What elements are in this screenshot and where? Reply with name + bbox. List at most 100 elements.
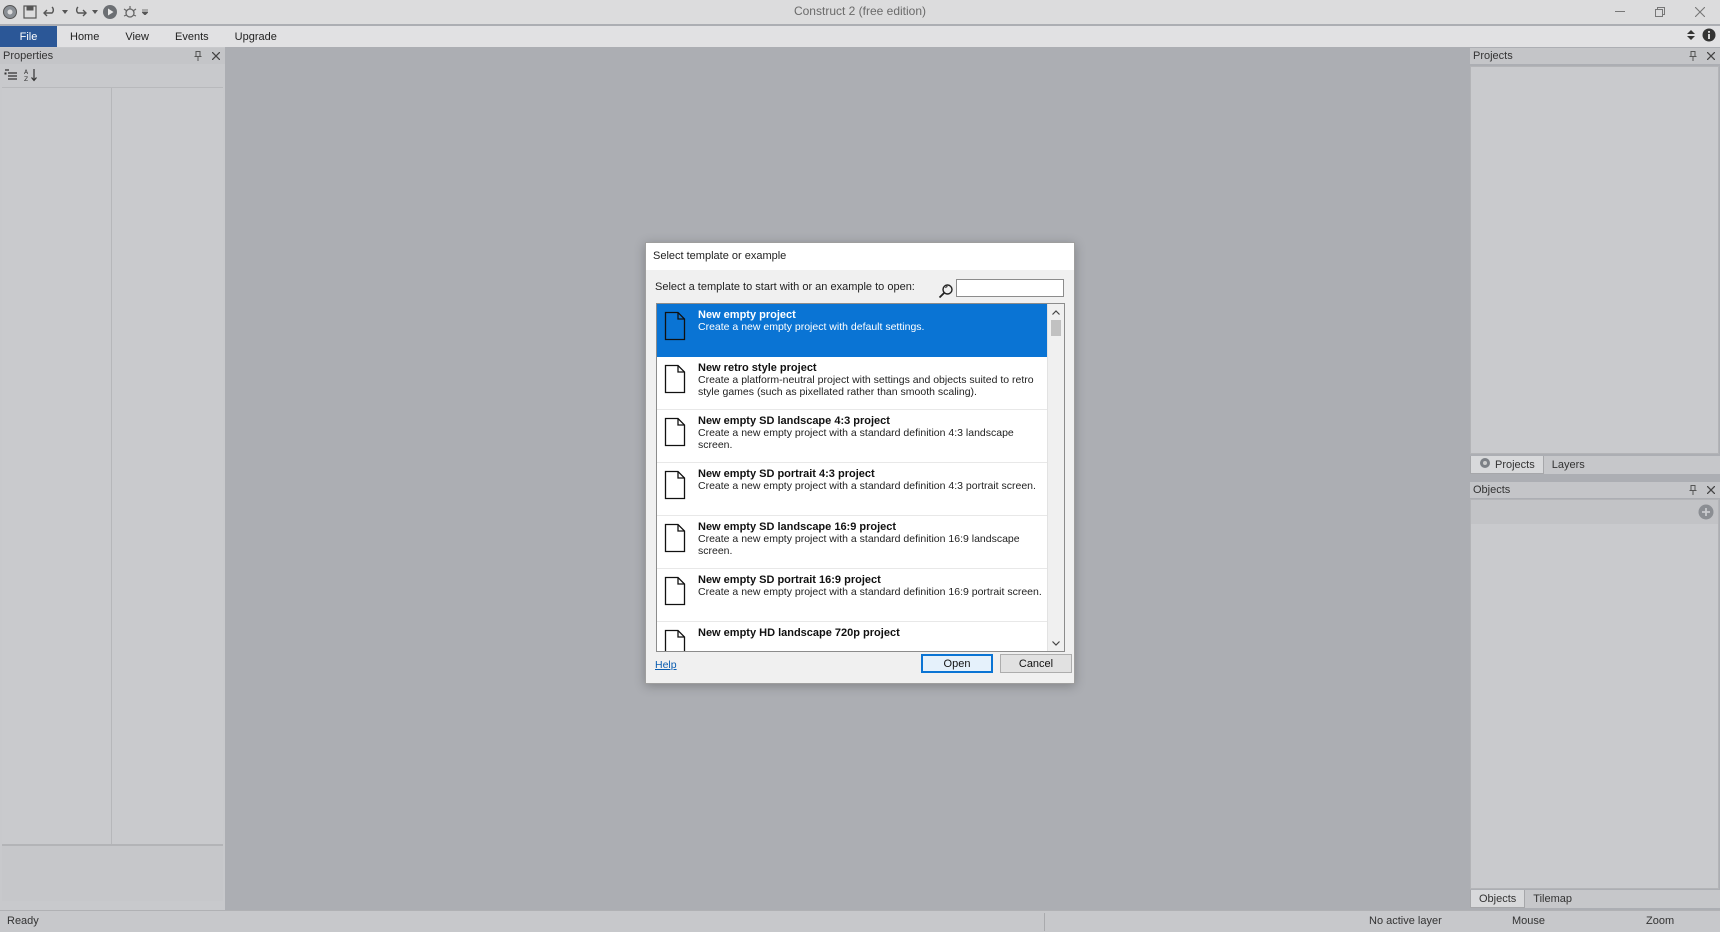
undo-icon[interactable] — [42, 4, 58, 20]
dialog-prompt: Select a template to start with or an ex… — [655, 281, 915, 293]
list-item[interactable]: New empty project Create a new empty pro… — [657, 304, 1049, 357]
help-link[interactable]: Help — [655, 659, 677, 671]
list-item[interactable]: New retro style project Create a platfor… — [657, 357, 1049, 410]
property-description-area — [2, 844, 223, 901]
projects-title: Projects — [1473, 50, 1513, 62]
document-icon — [663, 311, 687, 341]
sort-alphabetical-icon[interactable]: AZ — [24, 68, 38, 85]
property-grid-divider[interactable] — [111, 88, 112, 901]
properties-header: Properties — [0, 48, 225, 64]
save-icon[interactable] — [22, 4, 38, 20]
item-description: Create a new empty project with a standa… — [698, 427, 1014, 451]
status-active-layer: No active layer — [1369, 915, 1442, 927]
pin-icon[interactable] — [1688, 483, 1698, 497]
item-title: New empty SD landscape 16:9 project — [698, 521, 897, 533]
quick-access-toolbar — [0, 4, 148, 20]
customize-qat-icon[interactable] — [142, 4, 148, 20]
title-bar: Construct 2 (free edition) — [0, 0, 1720, 24]
template-dialog: Select template or example Select a temp… — [645, 242, 1075, 684]
tab-projects[interactable]: Projects — [1470, 456, 1544, 474]
window-controls — [1600, 0, 1720, 24]
tab-layers[interactable]: Layers — [1544, 456, 1593, 474]
document-icon — [663, 576, 687, 606]
search-input[interactable] — [956, 279, 1064, 297]
pin-icon[interactable] — [193, 49, 203, 63]
restore-icon[interactable] — [1640, 0, 1680, 24]
undo-dropdown-icon[interactable] — [62, 4, 68, 20]
redo-dropdown-icon[interactable] — [92, 4, 98, 20]
tab-tilemap[interactable]: Tilemap — [1525, 890, 1580, 908]
status-bar: Ready No active layer Mouse Zoom — [0, 910, 1720, 932]
run-layout-icon[interactable] — [102, 4, 118, 20]
add-object-icon[interactable] — [1698, 504, 1714, 520]
construct2-window: Construct 2 (free edition) File Home Vie… — [0, 0, 1720, 932]
status-zoom: Zoom — [1646, 915, 1675, 927]
objects-header: Objects — [1470, 482, 1720, 498]
scroll-thumb[interactable] — [1051, 320, 1061, 336]
status-mouse: Mouse — [1512, 915, 1546, 927]
tab-home[interactable]: Home — [57, 26, 112, 47]
list-item[interactable]: New empty SD landscape 16:9 project Crea… — [657, 516, 1049, 569]
debug-icon[interactable] — [122, 4, 138, 20]
item-title: New empty project — [698, 309, 796, 321]
window-title: Construct 2 (free edition) — [793, 4, 927, 18]
app-logo-icon[interactable] — [2, 4, 18, 20]
item-description: Create a new empty project with a standa… — [698, 480, 1036, 492]
ribbon-minimize-icon[interactable] — [1686, 28, 1696, 45]
svg-text:Z: Z — [24, 76, 28, 82]
ribbon-right-controls — [1686, 28, 1716, 45]
properties-title: Properties — [3, 50, 54, 62]
projects-tree[interactable] — [1470, 66, 1719, 454]
item-description: Create a new empty project with a standa… — [698, 586, 1042, 598]
tab-objects[interactable]: Objects — [1470, 890, 1526, 908]
close-panel-icon[interactable] — [1706, 483, 1716, 497]
close-panel-icon[interactable] — [1706, 49, 1716, 63]
tab-upgrade[interactable]: Upgrade — [222, 26, 290, 47]
open-button[interactable]: Open — [921, 654, 993, 673]
list-item[interactable]: New empty SD portrait 16:9 project Creat… — [657, 569, 1049, 622]
redo-icon[interactable] — [72, 4, 88, 20]
minimize-icon[interactable] — [1600, 0, 1640, 24]
objects-list[interactable] — [1470, 499, 1719, 889]
ribbon-tabs: File Home View Events Upgrade — [0, 26, 1720, 47]
property-grid — [2, 87, 223, 901]
list-scrollbar[interactable] — [1047, 304, 1064, 651]
item-title: New empty SD portrait 16:9 project — [698, 574, 881, 586]
scroll-down-icon[interactable] — [1048, 636, 1064, 650]
objects-panel-tabs: Objects Tilemap — [1470, 890, 1720, 908]
info-icon[interactable] — [1702, 28, 1716, 45]
item-description: Create a new empty project with a standa… — [698, 533, 1020, 557]
item-description: Create a platform-neutral project with s… — [698, 374, 1034, 398]
cancel-button[interactable]: Cancel — [1000, 654, 1072, 673]
document-icon — [663, 417, 687, 447]
status-separator — [1044, 913, 1045, 931]
close-panel-icon[interactable] — [211, 49, 221, 63]
properties-panel: Properties AZ — [0, 47, 225, 910]
dialog-title-bar[interactable]: Select template or example — [646, 243, 1074, 270]
tab-file[interactable]: File — [0, 26, 57, 47]
categorized-view-icon[interactable] — [4, 68, 18, 84]
item-title: New retro style project — [698, 362, 817, 374]
projects-header: Projects — [1470, 48, 1720, 64]
scroll-up-icon[interactable] — [1048, 305, 1064, 319]
list-item[interactable]: New empty SD portrait 4:3 project Create… — [657, 463, 1049, 516]
document-icon — [663, 364, 687, 394]
pin-icon[interactable] — [1688, 49, 1698, 63]
document-icon — [663, 629, 687, 651]
tab-view[interactable]: View — [112, 26, 162, 47]
item-title: New empty HD landscape 720p project — [698, 627, 900, 639]
list-item[interactable]: New empty HD landscape 720p project — [657, 622, 1049, 651]
document-icon — [663, 523, 687, 553]
close-window-icon[interactable] — [1680, 0, 1720, 24]
svg-text:A: A — [24, 69, 29, 76]
template-list[interactable]: New empty project Create a new empty pro… — [656, 303, 1065, 652]
item-title: New empty SD portrait 4:3 project — [698, 468, 875, 480]
item-description: Create a new empty project with default … — [698, 321, 925, 333]
projects-panel-tabs: Projects Layers — [1470, 456, 1720, 474]
dialog-title: Select template or example — [653, 250, 787, 262]
properties-toolbar: AZ — [0, 66, 229, 86]
tab-projects-label: Projects — [1495, 458, 1535, 471]
list-item[interactable]: New empty SD landscape 4:3 project Creat… — [657, 410, 1049, 463]
tab-events[interactable]: Events — [162, 26, 222, 47]
objects-toolbar — [1471, 500, 1718, 524]
